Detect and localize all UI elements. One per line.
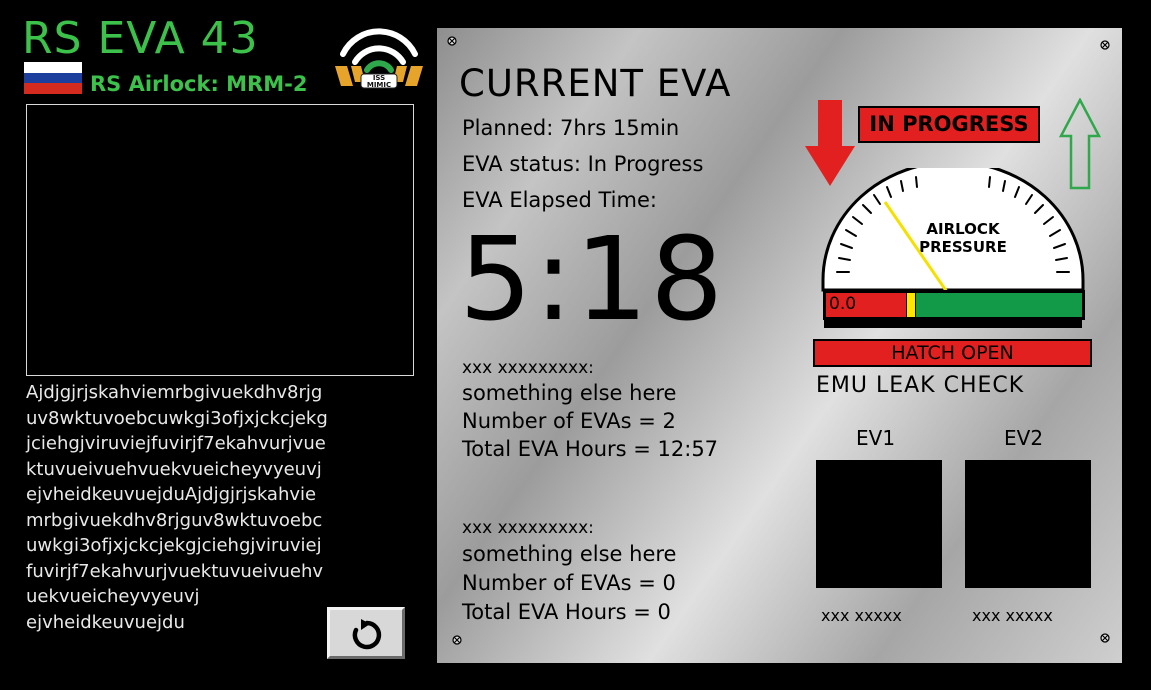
planned-duration: Planned: 7hrs 15min: [462, 116, 680, 140]
refresh-button[interactable]: [327, 607, 405, 659]
record2-eva-count: Number of EVAs = 0: [462, 571, 676, 595]
emu-leak-check-label: EMU LEAK CHECK: [816, 373, 1025, 398]
russian-flag-icon: [24, 62, 82, 94]
panel-title: CURRENT EVA: [459, 62, 732, 105]
screw-icon: [452, 635, 462, 645]
iss-mimic-logo: ISS MIMIC: [333, 22, 425, 100]
paragraph-line: uv8wktuvoebcuwkgi3ofjxjckcjekg: [26, 407, 328, 429]
eva-status-badge: IN PROGRESS: [858, 106, 1040, 143]
paragraph-line: ejvheidkeuvuejduAjdjgjrjskahvie: [26, 484, 317, 505]
elapsed-time-value: 5:18: [459, 213, 726, 347]
record2-subtitle: something else here: [462, 542, 677, 566]
refresh-icon: [352, 619, 382, 650]
record2-eva-hours: Total EVA Hours = 0: [462, 600, 671, 624]
ev2-caption: xxx xxxxx: [972, 606, 1053, 625]
current-eva-panel: CURRENT EVA Planned: 7hrs 15min EVA stat…: [437, 28, 1122, 663]
ev2-label: EV2: [1004, 426, 1044, 450]
paragraph-line: uwkgi3ofjxjckcjekgjciehgjviruviej: [26, 535, 322, 556]
gauge-label-line2: PRESSURE: [919, 238, 1007, 256]
record1-eva-hours: Total EVA Hours = 12:57: [462, 437, 719, 461]
ev1-caption: xxx xxxxx: [821, 606, 902, 625]
paragraph-line: jciehgjviruviejfuvirjf7ekahvurjvue: [26, 433, 326, 454]
app-title: RS EVA 43: [22, 13, 259, 64]
airlock-label: RS Airlock: MRM-2: [90, 72, 308, 96]
paragraph-line: ktuvueivuehvuekvueicheyvyeuvj: [26, 458, 322, 480]
paragraph-line: mrbgivuekdhv8rjguv8wktuvoebc: [26, 509, 323, 531]
paragraph-line: Ajdjgjrjskahviemrbgivuekdhv8rjg: [26, 382, 323, 403]
svg-text:MIMIC: MIMIC: [367, 81, 391, 89]
hatch-status-badge: HATCH OPEN: [813, 339, 1092, 367]
record1-eva-count: Number of EVAs = 2: [462, 409, 676, 433]
record2-name: xxx xxxxxxxxx:: [462, 518, 594, 538]
eva-status-text: EVA status: In Progress: [462, 152, 704, 176]
screw-icon: [447, 36, 457, 46]
paragraph-line: uekvueicheyvyeuvj: [26, 586, 200, 607]
video-feed-placeholder: [26, 104, 414, 376]
record1-name: xxx xxxxxxxxx:: [462, 358, 594, 378]
pressure-bar-value: 0.0: [829, 294, 857, 314]
ev1-image-placeholder: [816, 460, 942, 588]
record1-subtitle: something else here: [462, 381, 677, 405]
screw-icon: [1100, 40, 1110, 50]
gauge-label-line1: AIRLOCK: [926, 220, 1001, 238]
screw-icon: [1100, 633, 1110, 643]
elapsed-time-label: EVA Elapsed Time:: [462, 188, 657, 212]
ev1-label: EV1: [856, 426, 896, 450]
ev2-image-placeholder: [965, 460, 1091, 588]
pressure-bar: 0.0: [823, 290, 1085, 320]
description-paragraph: Ajdjgjrjskahviemrbgivuekdhv8rjg uv8wktuv…: [26, 380, 418, 635]
paragraph-line: fuvirjf7ekahvurjvuektuvueivuehv: [26, 560, 324, 582]
